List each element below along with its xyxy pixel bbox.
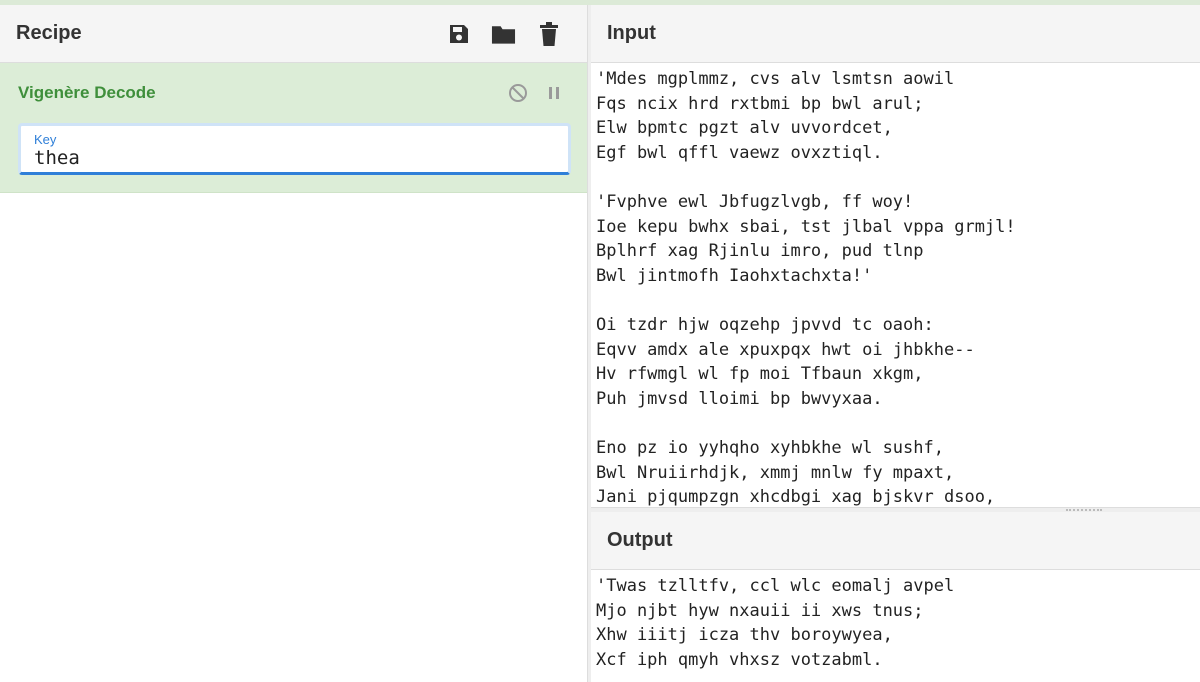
output-line: Xcf iph qmyh vhxsz votzabml. <box>596 649 883 670</box>
input-textarea[interactable]: 'Mdes mgplmmz, cvs alv lsmtsn aowil Fqs n… <box>591 63 1200 506</box>
output-panel: Output 'Twas tzlltfv, ccl wlc eomalj avp… <box>591 512 1200 682</box>
input-line: Eqvv amdx ale xpuxpqx hwt oi jhbkhe-- <box>596 339 975 360</box>
input-line <box>596 288 1195 313</box>
input-panel: Input 'Mdes mgplmmz, cvs alv lsmtsn aowi… <box>591 5 1200 507</box>
key-label: Key <box>34 132 57 147</box>
input-line: Bwl Nruiirhdjk, xmmj mnlw fy mpaxt, <box>596 462 955 483</box>
input-line: Fqs ncix hrd rxtbmi bp bwl arul; <box>596 93 924 114</box>
output-line: Mjo njbt hyw nxauii ii xws tnus; <box>596 600 924 621</box>
output-title: Output <box>607 529 673 551</box>
recipe-panel: Recipe Vigenère Decode Key thea <box>0 5 587 682</box>
recipe-header: Recipe <box>0 5 587 63</box>
operation-controls <box>507 82 565 104</box>
input-title: Input <box>607 22 656 44</box>
key-field[interactable]: Key <box>18 123 571 175</box>
key-input[interactable] <box>34 147 554 169</box>
operation-title-row: Vigenère Decode <box>18 63 569 123</box>
disable-icon[interactable] <box>507 82 529 104</box>
input-line: Bwl jintmofh Iaohxtachxta!' <box>596 265 873 286</box>
input-line: 'Mdes mgplmmz, cvs alv lsmtsn aowil <box>596 69 955 89</box>
input-line <box>596 165 1195 190</box>
input-header: Input <box>591 5 1200 63</box>
recipe-toolbar <box>446 21 561 46</box>
folder-icon[interactable] <box>491 21 516 46</box>
output-line: 'Twas tzlltfv, ccl wlc eomalj avpel <box>596 576 955 596</box>
input-line: Oi tzdr hjw oqzehp jpvvd tc oaoh: <box>596 314 934 335</box>
output-text[interactable]: 'Twas tzlltfv, ccl wlc eomalj avpel Mjo n… <box>591 570 1200 682</box>
output-line: Xhw iiitj icza thv boroywyea, <box>596 625 893 646</box>
input-line: Hv rfwmgl wl fp moi Tfbaun xkgm, <box>596 364 924 385</box>
operation-vigenere-decode: Vigenère Decode Key <box>0 63 587 193</box>
input-line: Eno pz io yyhqho xyhbkhe wl sushf, <box>596 437 944 458</box>
input-line: Puh jmvsd lloimi bp bwvyxaa. <box>596 388 883 409</box>
trash-icon[interactable] <box>536 21 561 46</box>
output-header: Output <box>591 512 1200 570</box>
input-line: Elw bpmtc pgzt alv uvvordcet, <box>596 118 893 139</box>
input-line: Jani pjqumpzgn xhcdbgi xag bjskvr dsoo, <box>596 487 996 506</box>
input-line: Egf bwl qffl vaewz ovxztiql. <box>596 142 883 163</box>
recipe-title: Recipe <box>16 22 82 44</box>
save-icon[interactable] <box>446 21 471 46</box>
input-line <box>596 411 1195 436</box>
resize-grip[interactable] <box>1066 509 1102 511</box>
pause-icon[interactable] <box>543 82 565 104</box>
operation-title: Vigenère Decode <box>18 83 156 102</box>
input-line: Bplhrf xag Rjinlu imro, pud tlnp <box>596 241 924 262</box>
input-line: Ioe kepu bwhx sbai, tst jlbal vppa grmjl… <box>596 216 1016 237</box>
input-line: 'Fvphve ewl Jbfugzlvgb, ff woy! <box>596 191 914 212</box>
